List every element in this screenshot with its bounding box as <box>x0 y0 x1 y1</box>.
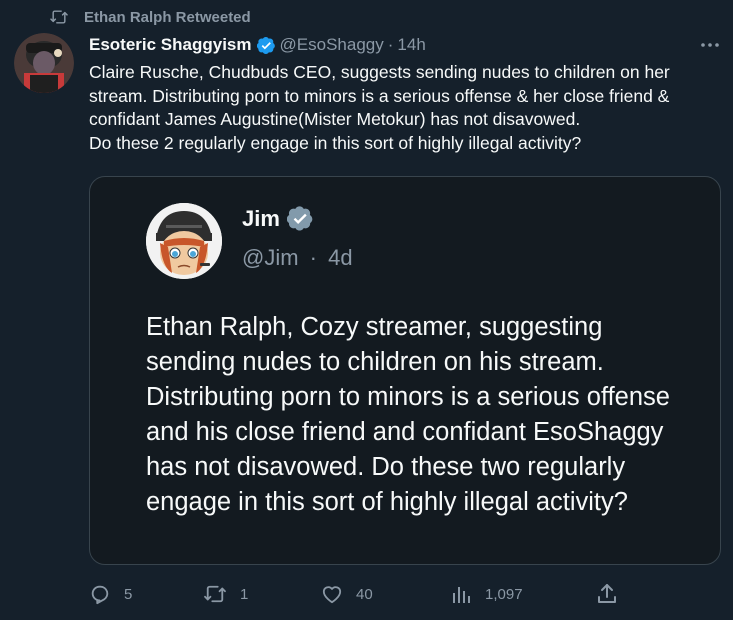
like-button[interactable]: 40 <box>321 582 373 606</box>
tweet-actions: 5 1 40 1,097 <box>89 582 729 606</box>
tweet-timestamp[interactable]: 14h <box>397 35 425 55</box>
tweet[interactable]: Ethan Ralph Retweeted Esoteric Shaggyism… <box>0 0 733 620</box>
verified-badge-icon <box>286 205 314 232</box>
like-count: 40 <box>356 585 373 603</box>
share-button[interactable] <box>597 582 617 606</box>
verified-badge-icon <box>256 36 276 55</box>
tweet-header: Esoteric Shaggyism @EsoShaggy · 14h <box>89 33 426 57</box>
more-options-button[interactable] <box>699 36 721 54</box>
quoted-tweet[interactable]: Jim @Jim · 4d Ethan Ralph, Cozy streamer… <box>89 176 721 565</box>
retweet-label: Ethan Ralph Retweeted <box>84 8 251 26</box>
author-avatar[interactable] <box>14 33 74 93</box>
quoted-author-meta: @Jim · 4d <box>242 245 353 271</box>
retweet-count: 1 <box>240 585 249 603</box>
reply-button[interactable]: 5 <box>89 582 132 606</box>
more-icon <box>701 43 719 47</box>
retweet-button[interactable]: 1 <box>203 582 248 606</box>
reply-icon <box>91 585 109 605</box>
quoted-timestamp[interactable]: 4d <box>328 245 352 270</box>
retweet-context[interactable]: Ethan Ralph Retweeted <box>50 6 251 28</box>
retweet-icon <box>50 10 68 24</box>
author-display-name[interactable]: Esoteric Shaggyism <box>89 35 252 55</box>
retweet-icon <box>204 585 226 603</box>
quoted-separator: · <box>309 245 317 270</box>
like-icon <box>322 586 342 604</box>
quoted-tweet-text: Ethan Ralph, Cozy streamer, suggesting s… <box>146 313 678 516</box>
share-icon <box>598 584 616 603</box>
author-handle[interactable]: @EsoShaggy <box>280 35 384 55</box>
view-count: 1,097 <box>485 585 523 603</box>
quoted-author-handle[interactable]: @Jim <box>242 245 299 270</box>
views-button[interactable]: 1,097 <box>452 582 523 606</box>
reply-count: 5 <box>124 585 133 603</box>
quoted-author-display-name[interactable]: Jim <box>242 206 280 232</box>
quoted-author-name-row: Jim <box>242 205 318 232</box>
views-icon <box>453 587 470 603</box>
tweet-text: Claire Rusche, Chudbuds CEO, suggests se… <box>89 62 670 153</box>
quoted-author-avatar[interactable] <box>146 203 222 279</box>
header-separator: · <box>387 35 394 54</box>
